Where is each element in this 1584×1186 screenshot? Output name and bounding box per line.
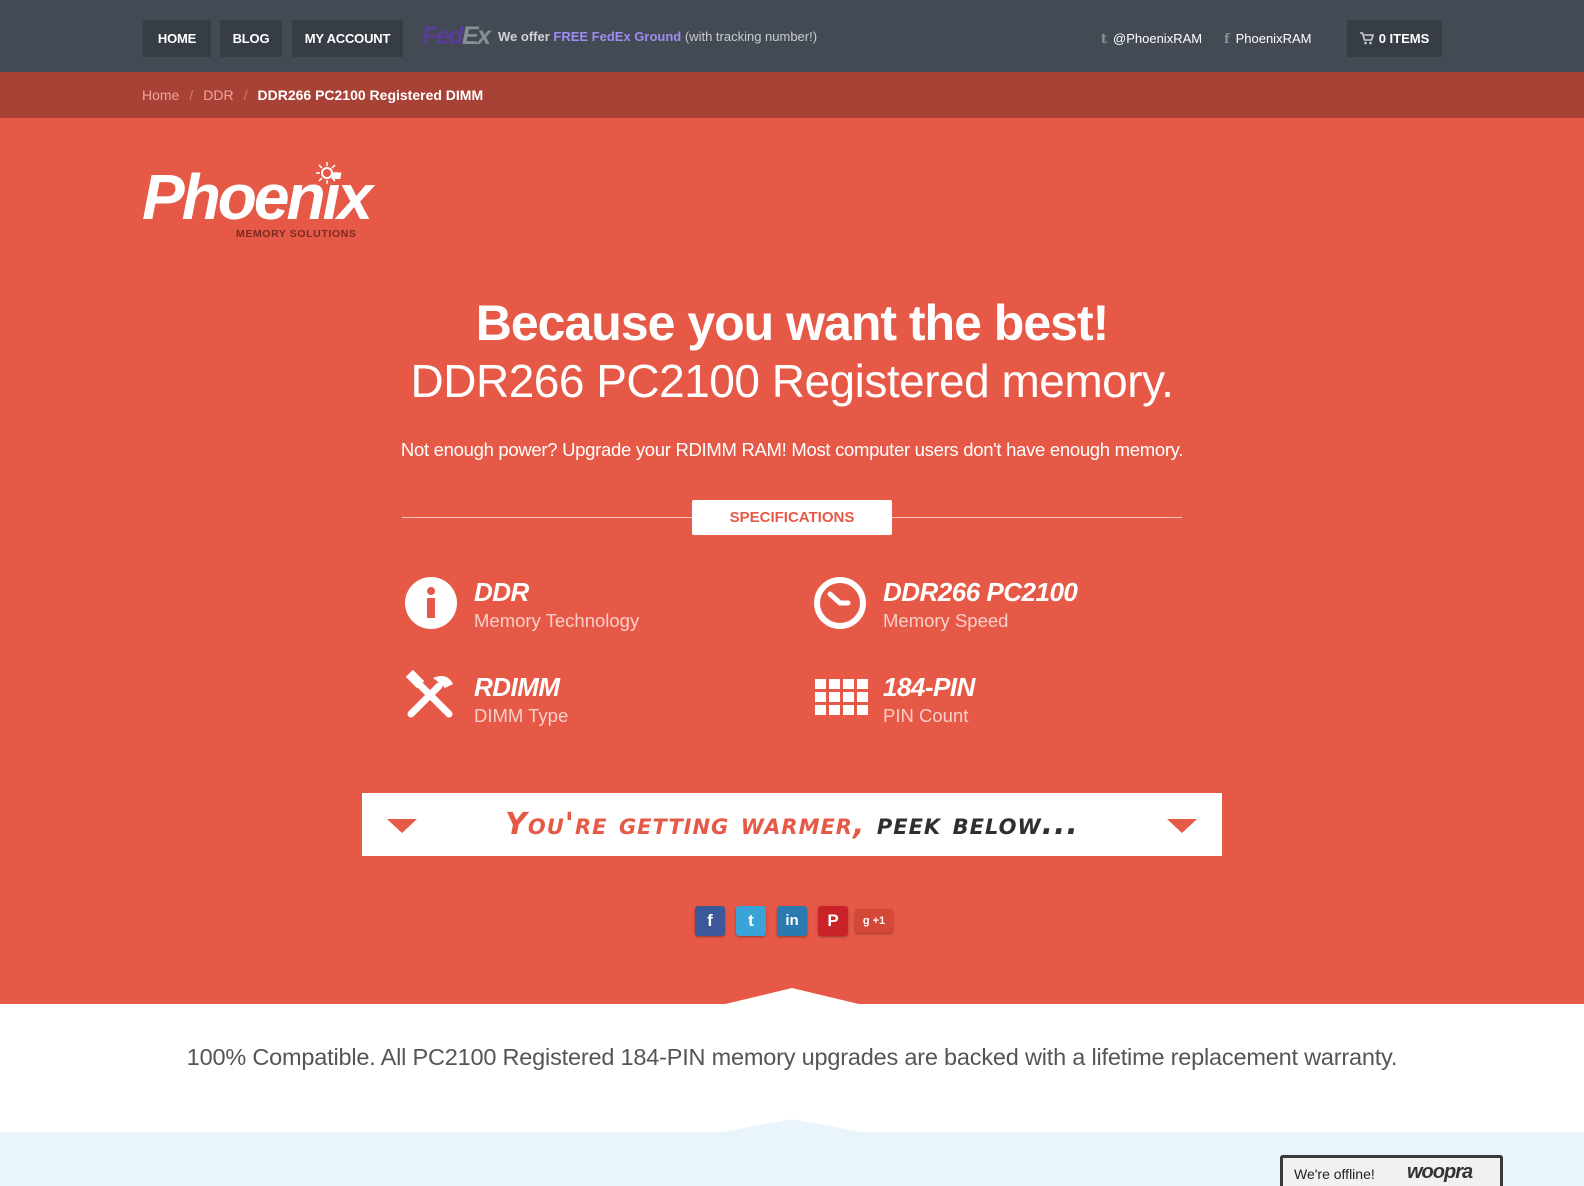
page-subheadline: DDR266 PC2100 Registered memory. (410, 355, 1174, 407)
spec-label: Memory Technology (474, 610, 640, 631)
peek-below-text-b: peek below... (876, 807, 1079, 842)
section-notch (717, 1119, 867, 1133)
peek-below-text-a: You're getting warmer, (505, 807, 877, 842)
pinterest-icon: P (827, 911, 839, 930)
nav-my-account-button[interactable]: MY ACCOUNT (292, 20, 403, 57)
arrow-down-icon (1167, 819, 1197, 833)
spec-label: Memory Speed (883, 610, 1009, 631)
section-notch (717, 988, 867, 1006)
spec-memory-speed: DDR266 PC2100 Memory Speed (812, 575, 1172, 639)
facebook-link[interactable]: f PhoenixRAM (1224, 31, 1311, 47)
breadcrumb-home-link[interactable]: Home (142, 87, 179, 103)
chat-widget[interactable]: We're offline! woopra (1280, 1155, 1503, 1186)
breadcrumb-separator: / (189, 87, 194, 103)
clock-icon (814, 577, 866, 629)
shipping-offer-text: We offer FREE FedEx Ground (with trackin… (498, 29, 817, 44)
nav-blog-button[interactable]: BLOG (220, 20, 282, 57)
specifications-label: SPECIFICATIONS (692, 500, 892, 535)
fedex-logo: FedEx (422, 22, 491, 50)
page-headline: Because you want the best! (475, 295, 1110, 351)
pinterest-share-button[interactable]: P (818, 906, 848, 936)
woopra-logo: woopra (1407, 1161, 1473, 1183)
sun-icon (316, 162, 338, 184)
facebook-icon: f (1224, 32, 1230, 47)
linkedin-share-button[interactable]: in (777, 906, 807, 936)
breadcrumb-separator: / (243, 87, 248, 103)
fedex-logo-fed: Fed (422, 22, 463, 50)
cart-count: 0 ITEMS (1378, 31, 1430, 46)
google-plus-icon: g +1 (862, 915, 886, 927)
cart-button[interactable]: 0 ITEMS (1347, 20, 1442, 57)
cart-icon (1359, 32, 1374, 45)
facebook-icon: f (707, 911, 713, 930)
twitter-share-button[interactable]: t (736, 906, 766, 936)
twitter-icon: t (1101, 32, 1108, 47)
spec-value: DDR266 PC2100 (883, 577, 1078, 607)
spec-label: PIN Count (883, 705, 969, 726)
page-tagline: Not enough power? Upgrade your RDIMM RAM… (400, 439, 1184, 460)
linkedin-icon: in (785, 912, 799, 929)
spec-pin-count: 184-PIN PIN Count (812, 670, 1172, 734)
twitter-icon: t (748, 911, 754, 930)
spec-value: RDIMM (474, 672, 560, 702)
top-navigation-bar: HOME BLOG MY ACCOUNT FedEx We offer FREE… (0, 0, 1584, 72)
twitter-handle: @PhoenixRAM (1113, 31, 1203, 46)
divider-right (892, 517, 1182, 518)
google-plus-button[interactable]: g +1 (855, 909, 893, 933)
grid-icon (815, 679, 868, 715)
offer-highlight: FREE FedEx Ground (553, 29, 682, 44)
logo-subtitle: MEMORY SOLUTIONS (236, 228, 357, 240)
spec-memory-technology: DDR Memory Technology (403, 575, 763, 639)
nav-home-button[interactable]: HOME (143, 20, 211, 57)
offer-suffix: (with tracking number!) (681, 29, 818, 44)
facebook-handle: PhoenixRAM (1235, 31, 1312, 46)
fedex-logo-ex: Ex (461, 22, 491, 50)
divider-left (402, 517, 692, 518)
twitter-link[interactable]: t @PhoenixRAM (1101, 31, 1202, 47)
breadcrumb: Home / DDR / DDR266 PC2100 Registered DIMM (142, 87, 483, 103)
chat-status: We're offline! (1294, 1166, 1375, 1182)
breadcrumb-current: DDR266 PC2100 Registered DIMM (257, 87, 484, 103)
warranty-section: 100% Compatible. All PC2100 Registered 1… (0, 1004, 1584, 1132)
peek-below-banner[interactable]: You're getting warmer, peek below... (362, 793, 1222, 856)
info-icon (405, 577, 457, 629)
spec-value: DDR (474, 577, 529, 607)
tools-icon (405, 670, 453, 718)
spec-dimm-type: RDIMM DIMM Type (403, 670, 763, 734)
hero-section: Phoenix MEMORY SOLUTIONS Because you wan… (0, 118, 1584, 1004)
warranty-text: 100% Compatible. All PC2100 Registered 1… (186, 1044, 1398, 1070)
breadcrumb-bar: Home / DDR / DDR266 PC2100 Registered DIMM (0, 72, 1584, 118)
spec-value: 184-PIN (883, 672, 975, 702)
breadcrumb-ddr-link[interactable]: DDR (203, 87, 233, 103)
peek-below-text: You're getting warmer, peek below... (362, 807, 1222, 842)
facebook-share-button[interactable]: f (695, 906, 725, 936)
offer-prefix: We offer (498, 29, 554, 44)
spec-label: DIMM Type (474, 705, 569, 726)
phoenix-logo[interactable]: Phoenix MEMORY SOLUTIONS (142, 162, 373, 240)
